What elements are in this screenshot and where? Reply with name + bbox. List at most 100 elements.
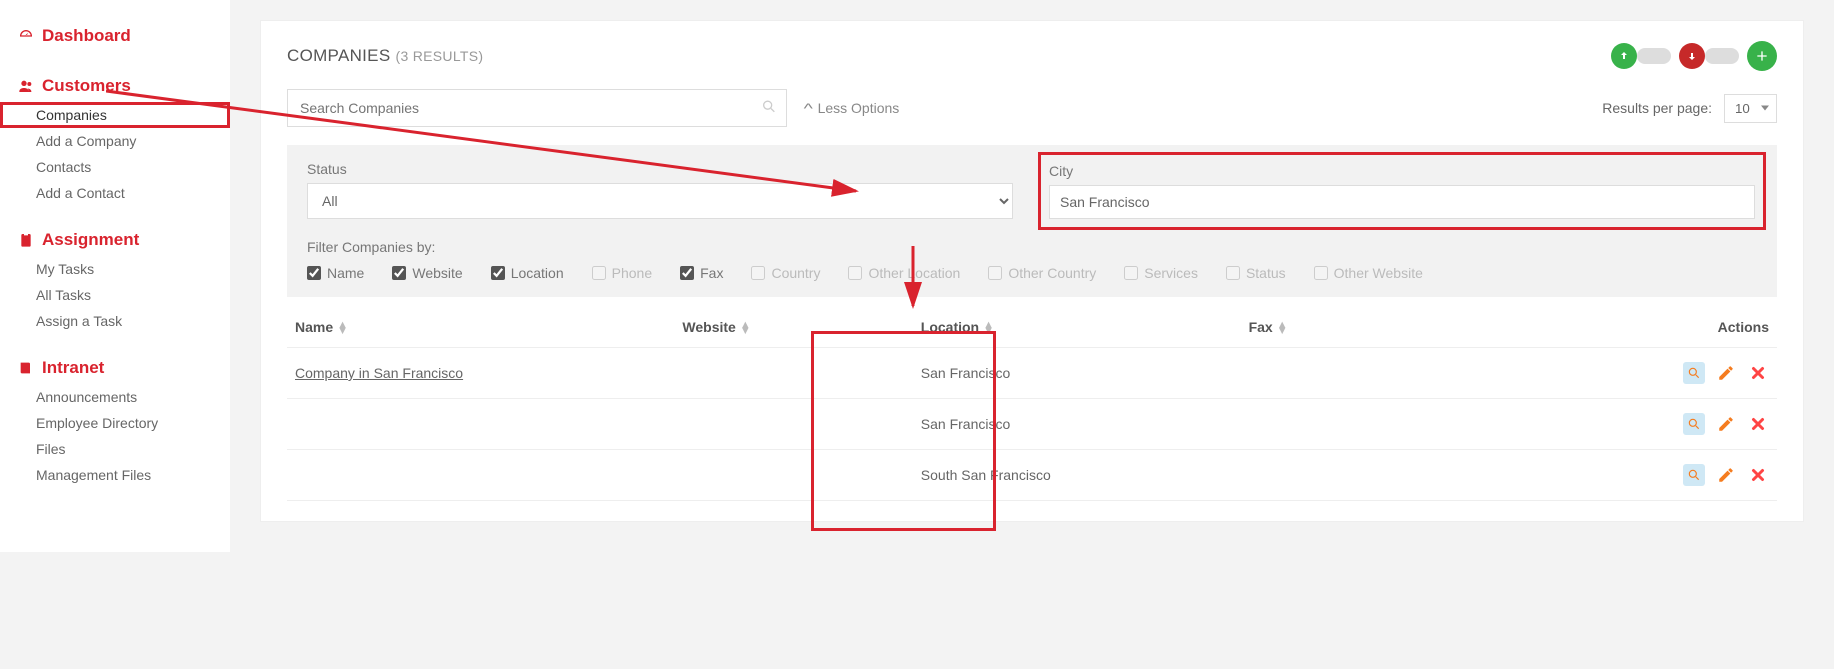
checkbox[interactable] — [491, 266, 505, 280]
sidebar-item-add-company[interactable]: Add a Company — [0, 128, 230, 154]
checkbox-label: Other Location — [868, 265, 960, 281]
view-button[interactable] — [1683, 464, 1705, 486]
filter-check-country: Country — [751, 265, 820, 281]
sidebar-item-management-files[interactable]: Management Files — [0, 462, 230, 488]
nav-header-customers[interactable]: Customers — [0, 70, 230, 102]
status-label: Status — [307, 161, 1013, 177]
filter-check-status: Status — [1226, 265, 1286, 281]
sidebar-item-contacts[interactable]: Contacts — [0, 154, 230, 180]
cell-name — [287, 399, 674, 450]
edit-button[interactable] — [1715, 464, 1737, 486]
filter-check-services: Services — [1124, 265, 1198, 281]
zoom-icon — [1687, 366, 1701, 380]
sidebar: Dashboard Customers Companies Add a Comp… — [0, 0, 230, 552]
cell-actions — [1539, 450, 1777, 501]
checkbox[interactable] — [680, 266, 694, 280]
toggle-options[interactable]: Less Options — [805, 100, 899, 116]
checkbox — [1226, 266, 1240, 280]
nav-list-assignment: My Tasks All Tasks Assign a Task — [0, 256, 230, 334]
filter-check-website[interactable]: Website — [392, 265, 462, 281]
city-label: City — [1049, 163, 1755, 179]
toggle-track — [1705, 48, 1739, 64]
delete-button[interactable] — [1747, 362, 1769, 384]
import-toggle[interactable] — [1611, 43, 1671, 69]
zoom-icon — [1687, 468, 1701, 482]
nav-header-intranet[interactable]: Intranet — [0, 352, 230, 384]
export-toggle[interactable] — [1679, 43, 1739, 69]
checkbox[interactable] — [307, 266, 321, 280]
col-name[interactable]: Name▲▼ — [287, 307, 674, 348]
nav-header-assignment[interactable]: Assignment — [0, 224, 230, 256]
table-row: South San Francisco — [287, 450, 1777, 501]
nav-header-dashboard[interactable]: Dashboard — [0, 20, 230, 52]
add-button[interactable] — [1747, 41, 1777, 71]
view-button[interactable] — [1683, 413, 1705, 435]
pencil-icon — [1717, 466, 1735, 484]
arrow-down-icon — [1679, 43, 1705, 69]
table-header-row: Name▲▼ Website▲▼ Location▲▼ Fax▲▼ Action… — [287, 307, 1777, 348]
delete-button[interactable] — [1747, 413, 1769, 435]
search-icon — [761, 99, 777, 118]
sidebar-item-my-tasks[interactable]: My Tasks — [0, 256, 230, 282]
nav-section-intranet: Intranet Announcements Employee Director… — [0, 352, 230, 488]
company-link[interactable]: Company in San Francisco — [295, 365, 463, 381]
nav-list-intranet: Announcements Employee Directory Files M… — [0, 384, 230, 488]
sidebar-item-assign-task[interactable]: Assign a Task — [0, 308, 230, 334]
checkbox — [592, 266, 606, 280]
filter-check-other-country: Other Country — [988, 265, 1096, 281]
zoom-icon — [1687, 417, 1701, 431]
cell-website — [674, 348, 912, 399]
cell-name — [287, 450, 674, 501]
close-icon — [1749, 415, 1767, 433]
cell-fax — [1241, 450, 1539, 501]
filter-check-fax[interactable]: Fax — [680, 265, 723, 281]
checkbox[interactable] — [392, 266, 406, 280]
arrow-up-icon — [1611, 43, 1637, 69]
nav-section-customers: Customers Companies Add a Company Contac… — [0, 70, 230, 206]
edit-button[interactable] — [1715, 413, 1737, 435]
filter-checkboxes: Name Website Location Phone Fax Country Other … — [307, 265, 1757, 281]
close-icon — [1749, 466, 1767, 484]
sidebar-item-all-tasks[interactable]: All Tasks — [0, 282, 230, 308]
sidebar-item-announcements[interactable]: Announcements — [0, 384, 230, 410]
checkbox-label: Location — [511, 265, 564, 281]
users-icon — [18, 78, 34, 94]
checkbox-label: Services — [1144, 265, 1198, 281]
checkbox-label: Fax — [700, 265, 723, 281]
cell-location: San Francisco — [913, 348, 1241, 399]
cell-website — [674, 399, 912, 450]
nav-section-assignment: Assignment My Tasks All Tasks Assign a T… — [0, 224, 230, 334]
results-per-page: Results per page: 10 — [1602, 94, 1777, 123]
sidebar-item-files[interactable]: Files — [0, 436, 230, 462]
edit-button[interactable] — [1715, 362, 1737, 384]
cell-fax — [1241, 399, 1539, 450]
col-location[interactable]: Location▲▼ — [913, 307, 1241, 348]
sidebar-item-companies[interactable]: Companies — [0, 102, 230, 128]
sort-icon: ▲▼ — [1277, 322, 1288, 334]
sidebar-item-employee-directory[interactable]: Employee Directory — [0, 410, 230, 436]
filter-check-location[interactable]: Location — [491, 265, 564, 281]
col-actions: Actions — [1539, 307, 1777, 348]
rpp-select[interactable]: 10 — [1724, 94, 1777, 123]
checkbox-label: Website — [412, 265, 462, 281]
search-input[interactable] — [287, 89, 787, 127]
nav-title: Customers — [42, 76, 131, 96]
nav-title: Dashboard — [42, 26, 131, 46]
checkbox — [848, 266, 862, 280]
cell-fax — [1241, 348, 1539, 399]
status-select[interactable]: All — [307, 183, 1013, 219]
col-fax[interactable]: Fax▲▼ — [1241, 307, 1539, 348]
filter-status: Status All — [307, 161, 1013, 221]
sidebar-item-add-contact[interactable]: Add a Contact — [0, 180, 230, 206]
cell-website — [674, 450, 912, 501]
header-actions — [1611, 41, 1777, 71]
page-title: COMPANIES (3 RESULTS) — [287, 46, 483, 66]
delete-button[interactable] — [1747, 464, 1769, 486]
results-table: Name▲▼ Website▲▼ Location▲▼ Fax▲▼ Action… — [287, 307, 1777, 501]
filter-check-name[interactable]: Name — [307, 265, 364, 281]
filter-check-phone: Phone — [592, 265, 652, 281]
city-input[interactable] — [1049, 185, 1755, 219]
view-button[interactable] — [1683, 362, 1705, 384]
sort-icon: ▲▼ — [740, 322, 751, 334]
col-website[interactable]: Website▲▼ — [674, 307, 912, 348]
